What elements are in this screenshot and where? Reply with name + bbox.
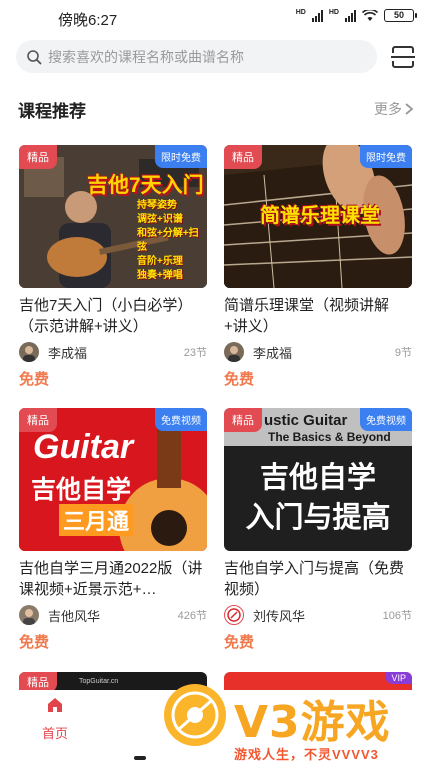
status-time: 傍晚6:27 xyxy=(58,12,118,29)
author-name: 刘传风华 xyxy=(253,608,306,624)
cover-headline: 简谱乐理课堂 xyxy=(260,205,380,227)
search-bar[interactable] xyxy=(16,40,377,73)
promo-tag: 免费视频 xyxy=(155,408,207,431)
premium-badge: 精品 xyxy=(19,672,57,692)
cover-topics: 持琴姿势 调弦+识谱 和弦+分解+扫弦 音阶+乐理 独奏+弹唱 xyxy=(137,199,207,283)
course-card[interactable]: 简谱乐理课堂 精品 限时免费 简谱乐理课堂（视频讲解+讲义） 李成福 9节 免费 xyxy=(224,145,412,389)
cover-headline: 吉他7天入门 xyxy=(87,174,204,197)
cover-headline: 吉他自学 xyxy=(259,462,376,494)
course-title: 吉他自学入门与提高（免费视频） xyxy=(224,560,405,598)
course-meta: 刘传风华 106节 xyxy=(224,605,412,625)
premium-badge: 精品 xyxy=(19,408,57,432)
course-meta: 李成福 9节 xyxy=(224,342,412,362)
lesson-count: 23节 xyxy=(183,347,207,359)
tab-home-label: 首页 xyxy=(41,726,68,741)
cover-topic: 和弦+分解+扫弦 xyxy=(137,228,199,253)
cover-headline-en: ustic Guitar xyxy=(264,412,348,429)
status-bar: 傍晚6:27 HD HD 50 xyxy=(0,0,432,34)
tab-home[interactable]: 首页 xyxy=(34,696,76,742)
cover-topic: 音阶+乐理 xyxy=(137,256,183,267)
promo-tag: 限时免费 xyxy=(155,145,207,168)
lesson-count: 106节 xyxy=(382,610,412,622)
course-card[interactable]: ustic Guitar The Basics & Beyond 吉他自学 入门… xyxy=(224,408,412,652)
home-indicator xyxy=(134,756,146,760)
battery-icon: 50 xyxy=(384,9,417,22)
course-title: 吉他7天入门（小白必学）（示范讲解+讲义） xyxy=(19,297,193,335)
home-icon xyxy=(48,698,62,712)
lesson-count: 9节 xyxy=(394,347,412,359)
course-price: 免费 xyxy=(224,634,255,651)
network-type-2: HD xyxy=(328,9,339,16)
search-input[interactable] xyxy=(48,48,348,65)
cover-topic: 持琴姿势 xyxy=(137,200,177,211)
watermark-logo xyxy=(164,684,226,746)
premium-badge: 精品 xyxy=(224,145,262,169)
cover-headline: 吉他自学 xyxy=(31,476,132,504)
course-meta: 吉他风华 426节 xyxy=(19,605,207,625)
more-link[interactable]: 更多 xyxy=(374,99,414,119)
course-title: 简谱乐理课堂（视频讲解+讲义） xyxy=(224,297,390,335)
avatar xyxy=(224,605,244,625)
course-price: 免费 xyxy=(19,634,50,651)
author-name: 李成福 xyxy=(48,345,88,361)
author-name: 吉他风华 xyxy=(48,608,101,624)
premium-badge: 精品 xyxy=(19,145,57,169)
search-icon xyxy=(27,49,42,64)
course-cover: 吉他7天入门 持琴姿势 调弦+识谱 和弦+分解+扫弦 音阶+乐理 独奏+弹唱 精… xyxy=(19,145,207,288)
watermark-slogan: 游戏人生，不灵VVVV3 xyxy=(234,747,379,762)
course-price: 免费 xyxy=(224,371,255,388)
scan-icon[interactable] xyxy=(390,44,416,70)
watermark: V3游戏 游戏人生，不灵VVVV3 xyxy=(150,676,432,768)
cover-topic: 独奏+弹唱 xyxy=(137,270,183,281)
peek-brand: TopGuitar.cn xyxy=(79,678,119,685)
course-meta: 李成福 23节 xyxy=(19,342,207,362)
promo-tag: 免费视频 xyxy=(360,408,412,431)
cover-topic: 调弦+识谱 xyxy=(137,214,183,225)
course-cover: 简谱乐理课堂 精品 限时免费 xyxy=(224,145,412,288)
avatar xyxy=(19,605,39,625)
course-title: 吉他自学三月通2022版（讲课视频+近景示范+… xyxy=(19,560,203,598)
course-price: 免费 xyxy=(19,371,50,388)
avatar xyxy=(224,342,244,362)
section-title: 课程推荐 xyxy=(18,102,86,121)
status-icons: HD HD 50 xyxy=(295,9,417,22)
cover-headline-en: Guitar xyxy=(33,428,134,466)
avatar xyxy=(19,342,39,362)
more-label: 更多 xyxy=(374,101,402,117)
course-cover: ustic Guitar The Basics & Beyond 吉他自学 入门… xyxy=(224,408,412,551)
lesson-count: 426节 xyxy=(177,610,207,622)
network-type-1: HD xyxy=(295,9,306,16)
chevron-right-icon xyxy=(405,103,414,115)
signal-icon-1 xyxy=(311,9,323,22)
course-card[interactable]: 吉他7天入门 持琴姿势 调弦+识谱 和弦+分解+扫弦 音阶+乐理 独奏+弹唱 精… xyxy=(19,145,207,389)
watermark-title: V3游戏 xyxy=(234,697,391,748)
cover-subtitle: 三月通 xyxy=(59,504,134,536)
cover-headline-en-2: The Basics & Beyond xyxy=(268,430,391,444)
wifi-icon xyxy=(362,9,378,21)
course-card[interactable]: Guitar 吉他自学 三月通 精品 免费视频 吉他自学三月通2022版（讲课视… xyxy=(19,408,207,652)
course-cover: Guitar 吉他自学 三月通 精品 免费视频 xyxy=(19,408,207,551)
author-name: 李成福 xyxy=(253,345,293,361)
cover-subtitle: 入门与提高 xyxy=(245,502,391,534)
signal-icon-2 xyxy=(345,9,356,22)
premium-badge: 精品 xyxy=(224,408,262,432)
promo-tag: 限时免费 xyxy=(360,145,412,168)
